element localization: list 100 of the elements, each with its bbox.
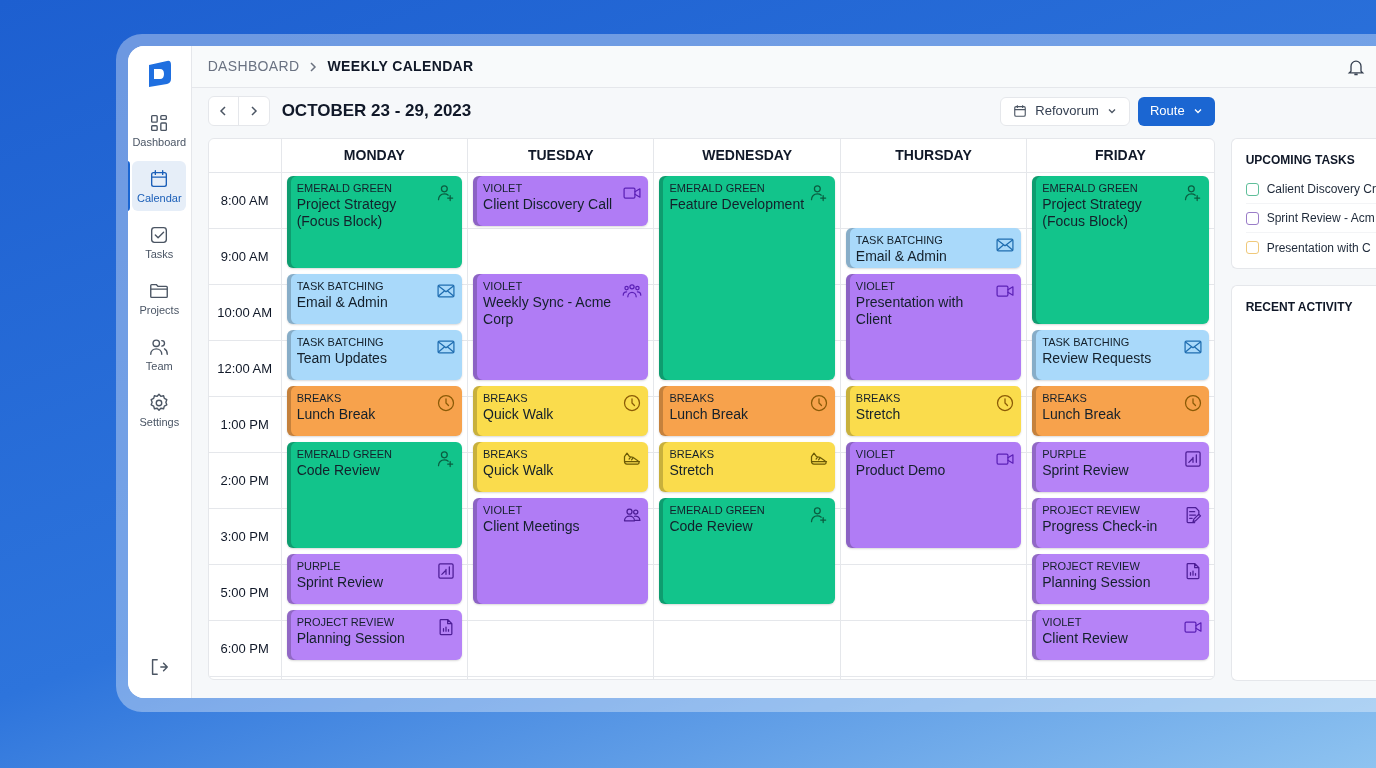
event-category: VIOLET <box>483 503 524 517</box>
event-category: PURPLE <box>296 559 342 573</box>
event-title: Sprint Review <box>296 574 383 591</box>
time-label: 12:00 AM <box>217 359 273 378</box>
event-category: TASK BATCHING <box>296 279 385 293</box>
event-title: Planning Session <box>296 630 405 647</box>
event-card[interactable]: BREAKS Stretch <box>659 442 835 492</box>
event-category: PURPLE <box>1042 447 1088 461</box>
time-label: 1:00 PM <box>220 415 269 434</box>
event-card[interactable]: EMERALD GREEN Project Strategy (Focus Block) <box>1032 176 1209 324</box>
event-category: BREAKS <box>296 391 343 405</box>
event-title: Review Requests <box>1042 350 1152 367</box>
view-dropdown[interactable]: Refovorum <box>1000 96 1130 126</box>
event-card[interactable]: VIOLET Client Review <box>1032 610 1209 660</box>
event-title: Email & Admin <box>855 247 947 265</box>
event-title: Code Review <box>296 462 381 479</box>
event-category: BREAKS <box>669 391 716 405</box>
event-title: Progress Check-in <box>1042 518 1158 535</box>
event-category: TASK BATCHING <box>296 335 385 349</box>
day-header: WEDNESDAY <box>702 146 792 165</box>
event-card[interactable]: PROJECT REVIEW Planning Session <box>1032 554 1209 604</box>
event-category: BREAKS <box>855 391 901 405</box>
event-card[interactable]: EMERALD GREEN Project Strategy (Focus Block) <box>286 176 463 268</box>
event-title: Feature Development <box>669 196 805 213</box>
event-category: BREAKS <box>483 391 529 405</box>
event-card[interactable]: BREAKS Quick Walk <box>473 442 649 492</box>
event-card[interactable]: BREAKS Lunch Break <box>286 386 463 436</box>
sidebar-nav-item[interactable]: Dashboard <box>132 105 187 155</box>
event-category: TASK BATCHING <box>855 232 944 247</box>
task-label: Presentation with C <box>1266 239 1371 257</box>
event-category: VIOLET <box>855 279 896 293</box>
event-category: EMERALD GREEN <box>296 181 393 195</box>
event-title: Lunch Break <box>296 406 376 423</box>
event-category: VIOLET <box>855 447 896 461</box>
event-category: VIOLET <box>1042 615 1083 629</box>
event-title: Team Updates <box>296 350 387 367</box>
task-label: Sprint Review - Acm <box>1266 210 1375 227</box>
sidebar-nav-item[interactable]: Tasks <box>132 217 187 267</box>
sidebar-nav-item[interactable]: Settings <box>132 385 187 435</box>
time-label: 10:00 AM <box>217 303 273 322</box>
event-category: BREAKS <box>669 447 715 461</box>
event-category: EMERALD GREEN <box>1042 181 1139 195</box>
event-title: Lunch Break <box>669 406 749 423</box>
event-title: Code Review <box>669 518 754 535</box>
event-card[interactable]: PURPLE Sprint Review <box>286 554 463 604</box>
event-card[interactable]: VIOLET Presentation with Client <box>845 274 1022 380</box>
event-card[interactable]: VIOLET Product Demo <box>845 442 1022 548</box>
event-category: PROJECT REVIEW <box>296 615 396 629</box>
day-header: MONDAY <box>343 146 405 165</box>
event-title: Project Strategy (Focus Block) <box>296 196 398 230</box>
event-card[interactable]: BREAKS Stretch <box>845 386 1022 436</box>
time-label: 8:00 AM <box>220 191 269 210</box>
sidebar-nav-item[interactable]: Team <box>132 329 187 379</box>
event-card[interactable]: BREAKS Lunch Break <box>659 386 835 436</box>
time-label: 3:00 PM <box>220 527 269 546</box>
event-category: EMERALD GREEN <box>669 503 765 517</box>
event-card[interactable]: TASK BATCHING Team Updates <box>286 330 463 380</box>
day-header: TUESDAY <box>527 146 594 165</box>
event-card[interactable]: VIOLET Client Meetings <box>473 498 649 604</box>
event-title: Planning Session <box>1042 574 1151 591</box>
event-title: Quick Walk <box>483 406 554 423</box>
event-card[interactable]: VIOLET Weekly Sync - Acme Corp <box>473 274 649 380</box>
event-card[interactable]: PROJECT REVIEW Planning Session <box>286 610 463 660</box>
event-card[interactable]: BREAKS Quick Walk <box>473 386 649 436</box>
event-card[interactable]: PROJECT REVIEW Progress Check-in <box>1032 498 1209 548</box>
event-title: Lunch Break <box>1042 406 1121 423</box>
time-label: 2:00 PM <box>220 471 269 490</box>
event-category: BREAKS <box>1042 391 1088 405</box>
breadcrumb-link[interactable]: DASHBOARD <box>207 56 300 77</box>
event-card[interactable]: BREAKS Lunch Break <box>1032 386 1209 436</box>
time-label: 9:00 AM <box>220 247 269 266</box>
event-card[interactable]: TASK BATCHING Review Requests <box>1032 330 1209 380</box>
event-card[interactable]: TASK BATCHING Email & Admin <box>845 227 1022 268</box>
event-category: VIOLET <box>483 279 524 293</box>
event-category: PROJECT REVIEW <box>1042 503 1141 517</box>
panel-title: RECENT ACTIVITY <box>1245 299 1354 316</box>
event-card[interactable]: EMERALD GREEN Feature Development <box>659 176 835 380</box>
event-card[interactable]: VIOLET Client Discovery Call <box>473 176 649 226</box>
event-card[interactable]: TASK BATCHING Email & Admin <box>286 274 463 324</box>
event-title: Product Demo <box>855 462 946 479</box>
event-title: Client Discovery Call <box>483 196 613 213</box>
event-title: Weekly Sync - Acme Corp <box>483 294 613 328</box>
event-card[interactable]: EMERALD GREEN Code Review <box>659 498 835 604</box>
event-category: EMERALD GREEN <box>296 447 392 461</box>
sidebar-nav-item[interactable]: Projects <box>132 273 187 323</box>
event-title: Email & Admin <box>296 294 388 311</box>
event-category: TASK BATCHING <box>1042 335 1131 349</box>
week-range-title: OCTOBER 23 - 29, 2023 <box>281 100 472 123</box>
event-card[interactable]: PURPLE Sprint Review <box>1032 442 1209 492</box>
event-title: Quick Walk <box>483 462 554 479</box>
day-header: FRIDAY <box>1095 146 1146 165</box>
event-title: Project Strategy (Focus Block) <box>1042 196 1143 230</box>
event-title: Client Review <box>1042 630 1128 647</box>
panel-title: UPCOMING TASKS <box>1245 152 1356 169</box>
route-dropdown-button[interactable]: Route <box>1137 96 1215 126</box>
event-card[interactable]: EMERALD GREEN Code Review <box>286 442 463 548</box>
time-label: 6:00 PM <box>220 639 269 658</box>
event-title: Presentation with Client <box>855 294 965 328</box>
day-header: THURSDAY <box>895 146 972 165</box>
event-title: Stretch <box>669 462 715 479</box>
